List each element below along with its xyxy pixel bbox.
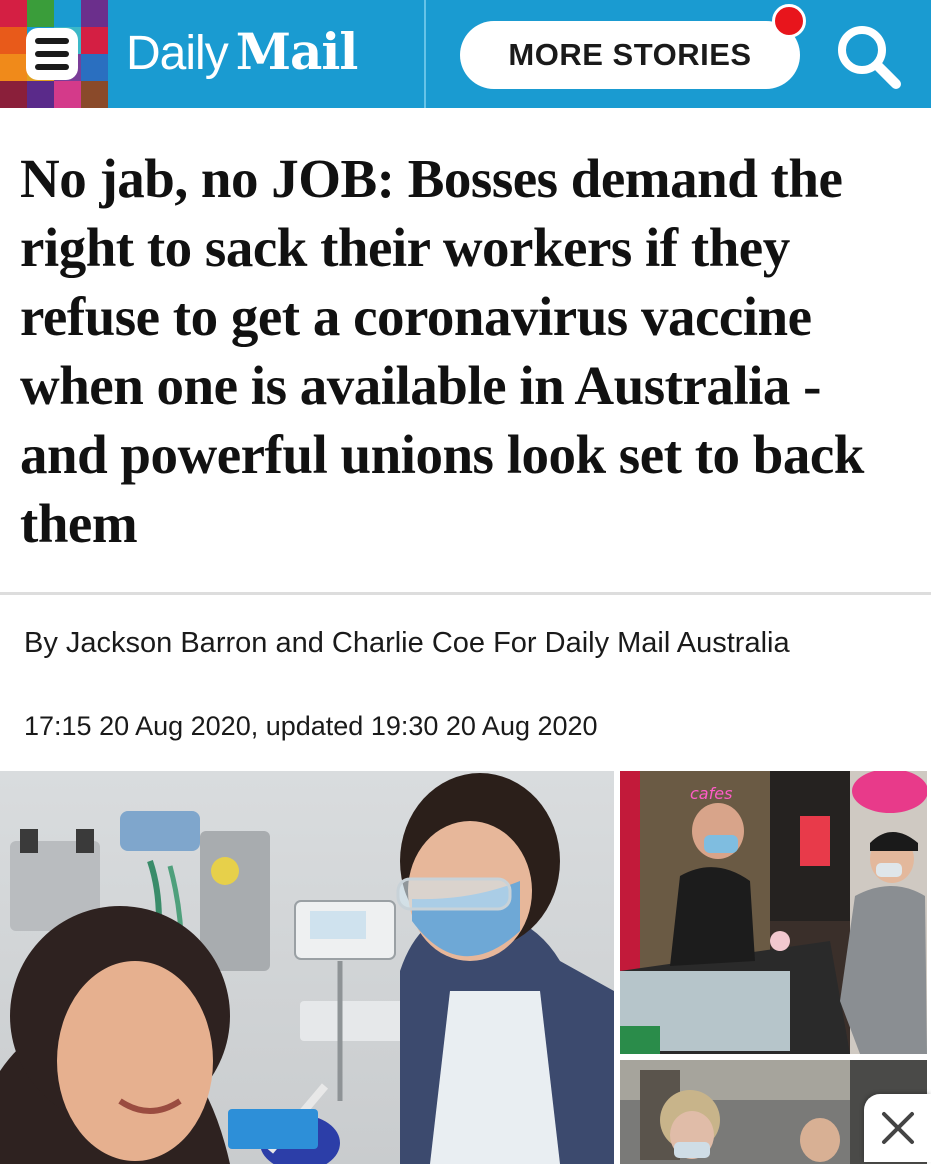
menu-button[interactable] — [0, 0, 108, 108]
hamburger-menu-icon — [26, 28, 78, 80]
article-dateline: 17:15 20 Aug 2020, updated 19:30 20 Aug … — [24, 711, 598, 741]
search-icon — [838, 26, 901, 89]
close-icon — [881, 1112, 914, 1144]
header-divider — [424, 0, 426, 108]
close-ad-button[interactable] — [864, 1094, 931, 1162]
article-headline: No jab, no JOB: Bosses demand the right … — [20, 148, 864, 554]
search-button[interactable] — [832, 20, 904, 92]
side-photo-cafe[interactable]: cafes — [620, 771, 927, 1054]
headline-divider — [0, 592, 931, 595]
main-article-photo[interactable] — [0, 771, 614, 1164]
cafe-photo: cafes — [620, 771, 927, 1054]
more-stories-button[interactable]: MORE STORIES — [460, 21, 800, 89]
article-byline: By Jackson Barron and Charlie Coe For Da… — [24, 627, 790, 659]
top-navigation-bar: Daily Mail MORE STORIES — [0, 0, 931, 108]
daily-mail-logo[interactable]: Daily Mail — [126, 22, 359, 86]
notification-dot — [772, 4, 806, 38]
vaccination-photo — [0, 771, 614, 1164]
logo-text-daily: Daily — [126, 27, 229, 80]
svg-text:cafes: cafes — [690, 784, 732, 803]
logo-text-mail: Mail — [235, 22, 359, 81]
